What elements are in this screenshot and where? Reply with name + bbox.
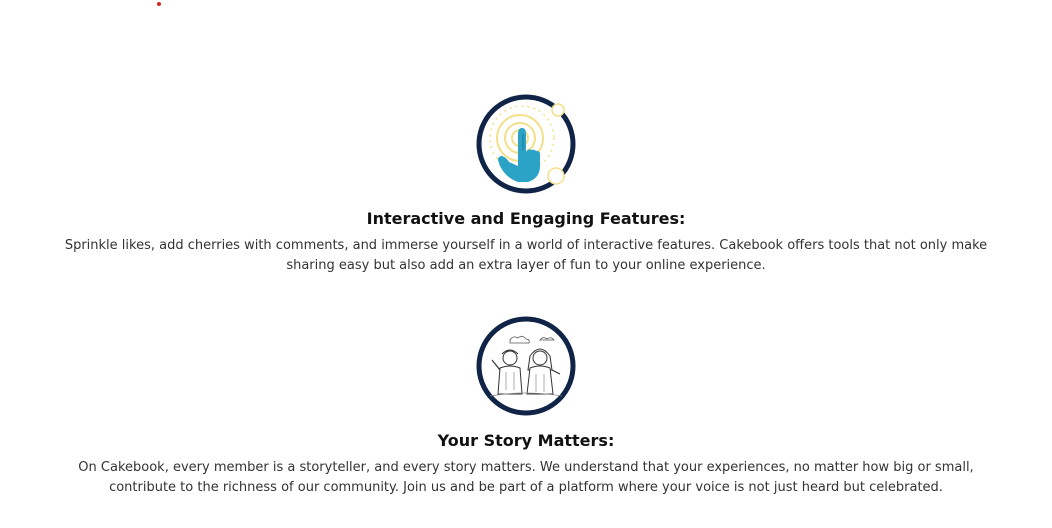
feature-title: Your Story Matters: <box>437 431 615 450</box>
hand-tap-icon <box>476 94 576 194</box>
accent-dot <box>157 2 161 6</box>
storytellers-icon <box>476 316 576 416</box>
feature-story: Your Story Matters: On Cakebook, every m… <box>0 316 1052 498</box>
feature-interactive: Interactive and Engaging Features: Sprin… <box>0 94 1052 276</box>
feature-description: Sprinkle likes, add cherries with commen… <box>64 238 988 273</box>
feature-description: On Cakebook, every member is a storytell… <box>78 460 974 495</box>
feature-title: Interactive and Engaging Features: <box>366 209 686 228</box>
